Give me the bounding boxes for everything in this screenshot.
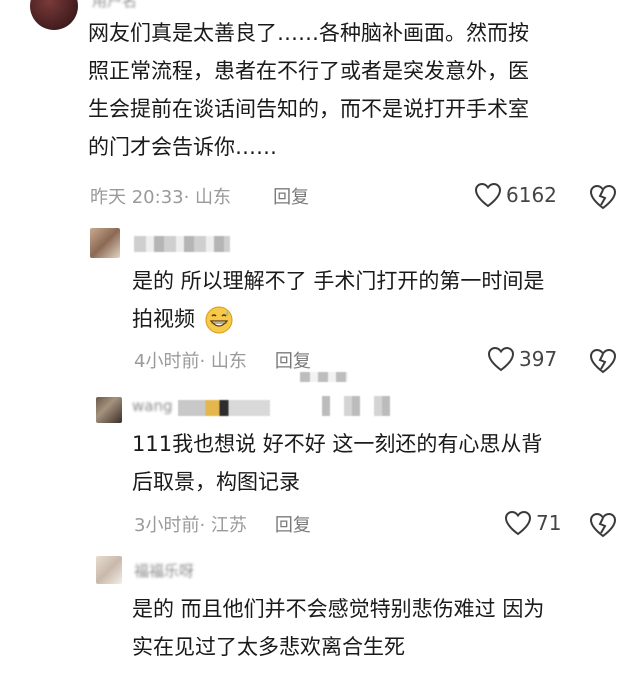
location: · 山东 bbox=[183, 187, 232, 208]
comment-line: 网友们真是太善良了……各种脑补画面。然而按 bbox=[88, 21, 529, 45]
avatar[interactable] bbox=[96, 556, 122, 584]
username[interactable]: 福福乐呀 bbox=[134, 560, 194, 581]
comment-line: 后取景，构图记录 bbox=[132, 470, 300, 494]
comment-line: 生会提前在谈话间告知的，而不是说打开手术室 bbox=[88, 97, 529, 121]
broken-heart-icon[interactable] bbox=[589, 348, 617, 374]
comment-meta: 3小时前 · 江苏 回复 bbox=[134, 511, 311, 537]
reply-button[interactable]: 回复 bbox=[275, 511, 311, 537]
comment-meta: 4小时前 · 山东 回复 bbox=[134, 347, 311, 373]
comment-text: 网友们真是太善良了……各种脑补画面。然而按 照正常流程，患者在不行了或者是突发意… bbox=[88, 14, 529, 166]
location: · 江苏 bbox=[199, 515, 247, 536]
timestamp: 4小时前 bbox=[134, 351, 200, 372]
avatar[interactable] bbox=[96, 397, 122, 423]
heart-icon bbox=[474, 182, 502, 208]
comment-line: 的门才会告诉你…… bbox=[88, 135, 277, 159]
comment-text: 111我也想说 好不好 这一刻还的有心思从背 后取景，构图记录 bbox=[132, 425, 542, 501]
username[interactable]: wang bbox=[132, 397, 173, 415]
avatar[interactable] bbox=[90, 228, 120, 258]
location: · 山东 bbox=[199, 351, 247, 372]
comment-meta: 昨天 20:33 · 山东 回复 bbox=[90, 183, 309, 209]
timestamp: 昨天 20:33 bbox=[90, 187, 184, 208]
like-count: 71 bbox=[536, 511, 562, 535]
comment-line: 照正常流程，患者在不行了或者是突发意外，医 bbox=[88, 59, 529, 83]
avatar[interactable] bbox=[30, 0, 78, 30]
comment-line: 是的 而且他们并不会感觉特别悲伤难过 因为 bbox=[132, 597, 545, 621]
like-button[interactable]: 6162 bbox=[474, 182, 557, 208]
like-count: 397 bbox=[519, 347, 558, 371]
pixelated-overlay bbox=[300, 372, 348, 382]
username-pixelated bbox=[134, 236, 230, 252]
comment-line: 111我也想说 好不好 这一刻还的有心思从背 bbox=[132, 432, 543, 456]
heart-icon bbox=[504, 510, 532, 536]
broken-heart-icon[interactable] bbox=[589, 184, 617, 210]
comment-line: 实在见过了太多悲欢离合生死 bbox=[132, 635, 405, 659]
grin-sweat-emoji bbox=[205, 306, 233, 334]
like-button[interactable]: 397 bbox=[487, 346, 557, 372]
comment-line: 拍视频 bbox=[132, 300, 544, 338]
comment-text: 是的 所以理解不了 手术门打开的第一时间是 拍视频 bbox=[132, 262, 544, 338]
like-button[interactable]: 71 bbox=[504, 510, 561, 536]
username[interactable]: 用户名 bbox=[92, 0, 137, 11]
broken-heart-icon[interactable] bbox=[589, 512, 617, 538]
comment-text: 是的 而且他们并不会感觉特别悲伤难过 因为 实在见过了太多悲欢离合生死 bbox=[132, 590, 544, 666]
reply-button[interactable]: 回复 bbox=[275, 347, 311, 373]
reply-button[interactable]: 回复 bbox=[273, 183, 309, 209]
username-pixelated bbox=[322, 396, 398, 416]
comment-line: 是的 所以理解不了 手术门打开的第一时间是 bbox=[132, 269, 545, 293]
timestamp: 3小时前 bbox=[134, 515, 200, 536]
heart-icon bbox=[487, 346, 515, 372]
like-count: 6162 bbox=[506, 183, 557, 207]
username-pixelated bbox=[178, 400, 270, 416]
